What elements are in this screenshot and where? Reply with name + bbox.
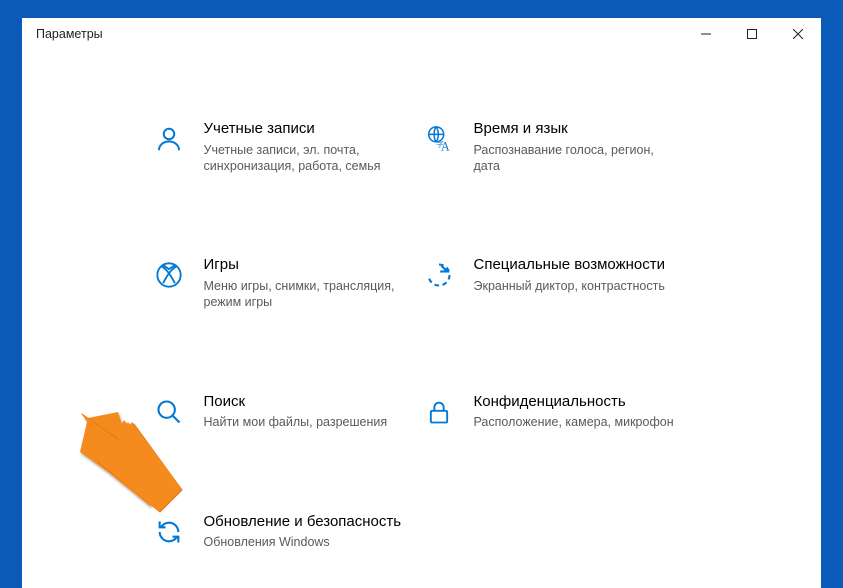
tile-title: Конфиденциальность xyxy=(474,393,682,412)
window-title: Параметры xyxy=(36,27,103,41)
tile-ease-of-access[interactable]: Специальные возможности Экранный диктор,… xyxy=(422,256,692,310)
xbox-icon xyxy=(152,258,186,292)
tile-time-language[interactable]: A 字 Время и язык Распознавание голоса, р… xyxy=(422,120,692,174)
tile-title: Поиск xyxy=(204,393,412,412)
person-icon xyxy=(152,122,186,156)
settings-window: Параметры xyxy=(22,18,821,588)
tile-accounts[interactable]: Учетные записи Учетные записи, эл. почта… xyxy=(152,120,422,174)
tile-text: Время и язык Распознавание голоса, регио… xyxy=(474,120,692,174)
tile-text: Обновление и безопасность Обновления Win… xyxy=(204,513,422,551)
tile-gaming[interactable]: Игры Меню игры, снимки, трансляция, режи… xyxy=(152,256,422,310)
tile-title: Время и язык xyxy=(474,120,682,139)
globe-letter-icon: A 字 xyxy=(422,122,456,156)
tile-desc: Найти мои файлы, разрешения xyxy=(204,414,412,430)
close-button[interactable] xyxy=(775,18,821,50)
tile-desc: Распознавание голоса, регион, дата xyxy=(474,142,682,175)
minimize-icon xyxy=(701,29,711,39)
tile-desc: Меню игры, снимки, трансляция, режим игр… xyxy=(204,278,412,311)
tile-privacy[interactable]: Конфиденциальность Расположение, камера,… xyxy=(422,393,692,431)
minimize-button[interactable] xyxy=(683,18,729,50)
tile-text: Игры Меню игры, снимки, трансляция, режи… xyxy=(204,256,422,310)
tile-title: Учетные записи xyxy=(204,120,412,139)
maximize-button[interactable] xyxy=(729,18,775,50)
tile-title: Обновление и безопасность xyxy=(204,513,412,532)
tile-desc: Учетные записи, эл. почта, синхронизация… xyxy=(204,142,412,175)
tile-text: Конфиденциальность Расположение, камера,… xyxy=(474,393,692,431)
tile-text: Поиск Найти мои файлы, разрешения xyxy=(204,393,422,431)
maximize-icon xyxy=(747,29,757,39)
tile-text: Учетные записи Учетные записи, эл. почта… xyxy=(204,120,422,174)
window-controls xyxy=(683,18,821,50)
titlebar: Параметры xyxy=(22,18,821,50)
tile-title: Игры xyxy=(204,256,412,275)
accessibility-icon xyxy=(422,258,456,292)
tile-desc: Экранный диктор, контрастность xyxy=(474,278,682,294)
tile-search[interactable]: Поиск Найти мои файлы, разрешения xyxy=(152,393,422,431)
tile-text: Специальные возможности Экранный диктор,… xyxy=(474,256,692,294)
sync-icon xyxy=(152,515,186,549)
tile-desc: Обновления Windows xyxy=(204,534,412,550)
svg-text:字: 字 xyxy=(436,139,444,149)
close-icon xyxy=(793,29,803,39)
tile-title: Специальные возможности xyxy=(474,256,682,275)
settings-content: Учетные записи Учетные записи, эл. почта… xyxy=(22,50,821,588)
settings-grid: Учетные записи Учетные записи, эл. почта… xyxy=(152,120,692,588)
tile-update-security[interactable]: Обновление и безопасность Обновления Win… xyxy=(152,513,422,551)
search-icon xyxy=(152,395,186,429)
tile-desc: Расположение, камера, микрофон xyxy=(474,414,682,430)
lock-icon xyxy=(422,395,456,429)
